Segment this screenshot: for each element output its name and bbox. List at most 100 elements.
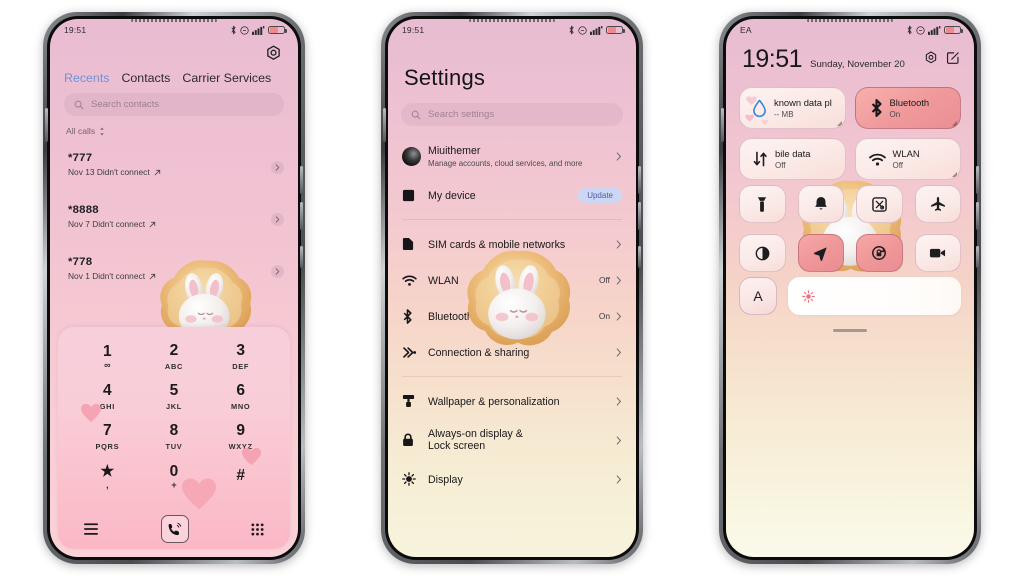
dial-key-star[interactable]: ★,	[74, 457, 141, 497]
volume-down-button[interactable]	[976, 202, 979, 230]
volume-up-button[interactable]	[976, 166, 979, 194]
update-badge[interactable]: Update	[578, 187, 622, 203]
dial-key-5[interactable]: 5 JKL	[141, 377, 208, 417]
auto-brightness-toggle[interactable]: A	[739, 277, 777, 315]
toggle-airplane-mode[interactable]	[914, 185, 961, 223]
call-button[interactable]	[160, 515, 189, 543]
toggle-screenshot[interactable]	[856, 185, 903, 223]
battery-icon	[944, 25, 963, 35]
dial-key-4[interactable]: 4 GHI	[74, 377, 141, 417]
toggle-location[interactable]	[797, 234, 844, 272]
account-avatar-icon	[402, 146, 422, 166]
toggle-flashlight[interactable]	[739, 185, 786, 223]
dial-key-1[interactable]: 1 ∞	[74, 337, 141, 377]
list-item[interactable]: Wallpaper & personalization	[388, 383, 636, 419]
tile-wlan[interactable]: WLAN Off	[854, 138, 961, 180]
drag-handle[interactable]	[833, 329, 867, 332]
control-center-header: 19:51 Sunday, November 20	[742, 47, 960, 72]
dial-key-hash[interactable]: #	[207, 457, 274, 497]
table-row[interactable]: *8888 Nov 7 Didn't connect	[50, 197, 298, 249]
menu-lines-icon[interactable]	[84, 523, 98, 535]
chevron-right-icon	[616, 347, 622, 357]
power-button[interactable]	[638, 246, 641, 268]
dial-key-digit: 3	[236, 342, 245, 360]
dial-key-letters: ABC	[164, 361, 184, 371]
tab-recents[interactable]: Recents	[64, 71, 109, 85]
call-details-button[interactable]	[271, 265, 284, 278]
volume-down-button[interactable]	[300, 202, 303, 230]
power-button[interactable]	[300, 246, 303, 268]
tile-mobile-data[interactable]: bile data Off	[739, 138, 846, 180]
dark-mode-contrast-icon	[755, 246, 770, 260]
status-bar-icons	[230, 25, 287, 35]
dial-key-letters: ∞	[104, 360, 111, 371]
list-item[interactable]: Always-on display & Lock screen	[388, 419, 636, 461]
bluetooth-icon	[231, 25, 236, 35]
recent-calls-list: *777 Nov 13 Didn't connect *8888 Nov 7 D…	[50, 145, 298, 301]
list-item[interactable]: My device Update	[388, 177, 636, 213]
control-center-settings-button[interactable]	[924, 51, 938, 72]
call-details-button[interactable]	[271, 161, 284, 174]
brightness-sun-icon	[402, 472, 422, 486]
call-detail-text: Nov 13 Didn't connect	[68, 167, 150, 177]
list-item[interactable]: Miuithemer Manage accounts, cloud servic…	[388, 135, 636, 177]
dialpad-footer	[58, 509, 290, 549]
call-details-button[interactable]	[271, 213, 284, 226]
dial-key-6[interactable]: 6 MNO	[207, 377, 274, 417]
tile-expand-corner[interactable]	[952, 172, 957, 177]
volume-down-button[interactable]	[638, 202, 641, 230]
toggle-auto-rotate[interactable]	[856, 234, 903, 272]
keypad-grid-icon[interactable]	[251, 522, 264, 536]
outgoing-arrow-icon	[149, 221, 156, 227]
power-button[interactable]	[976, 246, 979, 268]
list-item[interactable]: Connection & sharing	[388, 334, 636, 370]
toggle-dark-mode[interactable]	[739, 234, 786, 272]
table-row[interactable]: *778 Nov 1 Didn't connect	[50, 249, 298, 301]
setting-label: Miuithemer	[428, 144, 481, 157]
setting-label: Bluetooth	[428, 311, 473, 323]
list-item[interactable]: WLAN Off	[388, 262, 636, 298]
screen-dialer: 19:51 Recents Contacts Carrier Services …	[50, 19, 298, 557]
list-item[interactable]: SIM cards & mobile networks	[388, 226, 636, 262]
tile-expand-corner[interactable]	[836, 121, 842, 126]
status-bar-clock: 19:51	[402, 25, 425, 35]
volume-up-button[interactable]	[300, 166, 303, 194]
tile-expand-corner[interactable]	[952, 121, 957, 126]
toggle-ringer[interactable]	[797, 185, 844, 223]
dial-key-0[interactable]: 0 +	[141, 457, 208, 497]
control-center-edit-button[interactable]	[946, 51, 960, 72]
dnd-icon	[240, 25, 249, 35]
tab-contacts[interactable]: Contacts	[121, 71, 170, 85]
search-contacts-placeholder: Search contacts	[91, 99, 160, 110]
dial-key-7[interactable]: 7 PQRS	[74, 417, 141, 457]
table-row[interactable]: *777 Nov 13 Didn't connect	[50, 145, 298, 197]
status-bar-carrier: EA	[740, 25, 752, 35]
call-filter-dropdown[interactable]: All calls	[66, 126, 105, 136]
settings-gear-icon	[267, 45, 280, 60]
list-item[interactable]: Display	[388, 461, 636, 497]
dial-key-3[interactable]: 3 DEF	[207, 337, 274, 377]
page-title: Settings	[404, 65, 486, 90]
toggle-screen-recorder[interactable]	[914, 234, 961, 272]
bluetooth-icon	[402, 308, 422, 324]
dial-key-digit: 2	[169, 342, 179, 360]
list-item[interactable]: Bluetooth On	[388, 298, 636, 334]
dnd-icon	[916, 25, 925, 35]
status-bar: 19:51	[50, 19, 298, 41]
setting-label: Display	[428, 474, 463, 486]
tile-title: Bluetooth	[889, 97, 930, 108]
dial-key-8[interactable]: 8 TUV	[141, 417, 208, 457]
tile-bluetooth[interactable]: Bluetooth On	[854, 87, 961, 129]
dialer-settings-button[interactable]	[265, 45, 282, 62]
auto-rotate-lock-icon	[872, 246, 887, 260]
search-settings-placeholder: Search settings	[428, 109, 495, 120]
search-contacts-input[interactable]: Search contacts	[64, 93, 284, 116]
dial-key-9[interactable]: 9 WXYZ	[207, 417, 274, 457]
status-bar-icons	[568, 25, 625, 35]
search-settings-input[interactable]: Search settings	[401, 103, 623, 126]
tab-carrier-services[interactable]: Carrier Services	[182, 71, 271, 85]
tile-data-plan[interactable]: known data pl -- MB	[739, 87, 846, 129]
dial-key-2[interactable]: 2 ABC	[141, 337, 208, 377]
volume-up-button[interactable]	[638, 166, 641, 194]
brightness-slider[interactable]	[788, 277, 961, 315]
